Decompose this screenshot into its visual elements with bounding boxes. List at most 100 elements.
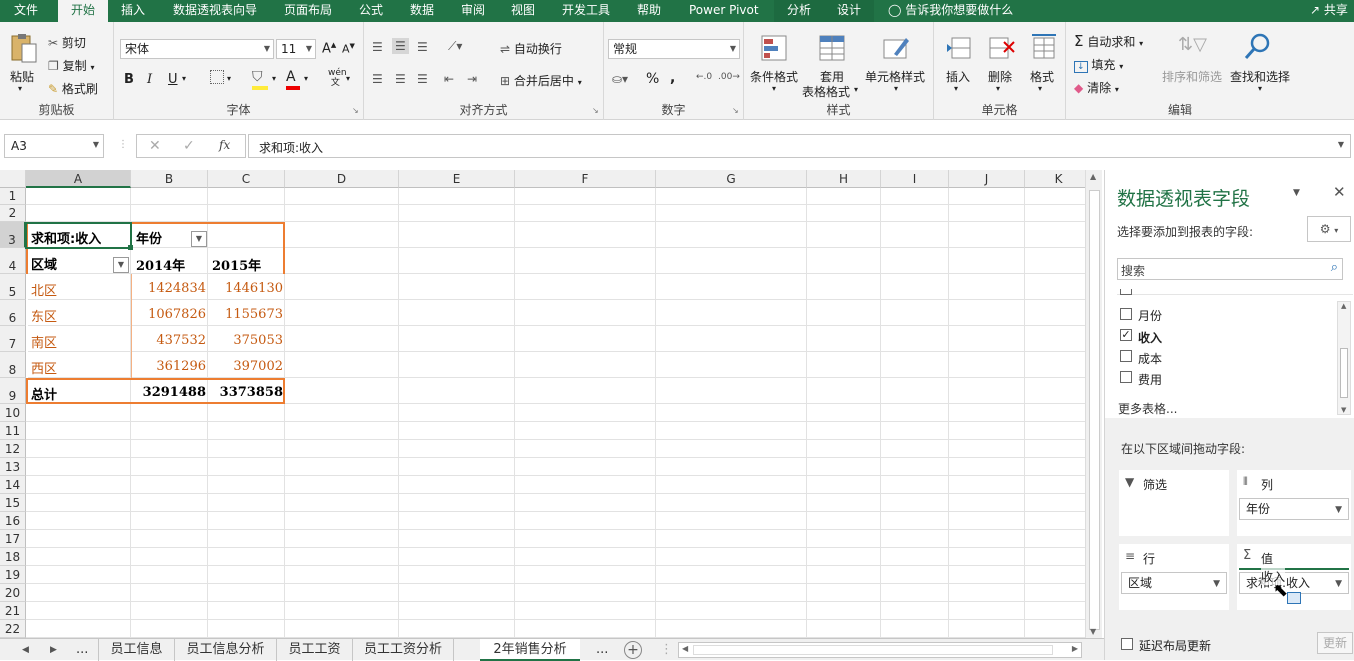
- column-header[interactable]: H: [807, 170, 881, 188]
- dialog-launcher-icon[interactable]: ↘: [352, 106, 359, 115]
- row-header[interactable]: 21: [0, 602, 26, 620]
- field-checkbox[interactable]: [1120, 371, 1132, 383]
- row-header[interactable]: 5: [0, 274, 26, 300]
- borders-icon[interactable]: [210, 70, 224, 84]
- rows-area[interactable]: ≡ 行 区域 ▼: [1119, 544, 1229, 610]
- tab-help[interactable]: 帮助: [637, 0, 661, 22]
- field-checkbox-checked[interactable]: ✓: [1120, 329, 1132, 341]
- column-header[interactable]: B: [131, 170, 208, 188]
- align-right-icon[interactable]: ☰: [417, 72, 428, 86]
- merge-center-button[interactable]: ⊞ 合并后居中 ▾: [500, 72, 582, 89]
- scroll-thumb[interactable]: [1089, 190, 1100, 630]
- filter-area[interactable]: ▼ 筛选: [1119, 470, 1229, 536]
- spreadsheet-grid[interactable]: ABCDEFGHIJK 1 2 3 4 5 6 7 8 9 10 11 12 13 14 15 16 17 18 1…: [0, 170, 1085, 638]
- row-header[interactable]: 16: [0, 512, 26, 530]
- tab-review[interactable]: 审阅: [461, 0, 485, 22]
- column-header[interactable]: I: [881, 170, 949, 188]
- field-name[interactable]: 月份: [1138, 307, 1162, 324]
- fill-handle[interactable]: [128, 245, 133, 250]
- col-filter-button[interactable]: ▼: [191, 231, 207, 247]
- row-header[interactable]: 22: [0, 620, 26, 638]
- cell-styles-button[interactable]: 单元格样式: [865, 68, 925, 85]
- align-left-icon[interactable]: ☰: [372, 72, 383, 86]
- increase-indent-icon[interactable]: ⇥: [467, 72, 477, 86]
- shrink-font-button[interactable]: A▼: [342, 42, 355, 56]
- clear-button[interactable]: ◆ 清除 ▾: [1074, 79, 1119, 96]
- rows-field-pill[interactable]: 区域 ▼: [1121, 572, 1227, 594]
- increase-decimal-icon[interactable]: ←.0: [696, 72, 712, 82]
- orientation-icon[interactable]: ⟋▾: [448, 39, 462, 54]
- sheet-overflow-left[interactable]: ...: [76, 639, 88, 661]
- scroll-thumb[interactable]: [1340, 348, 1348, 398]
- column-header[interactable]: A: [26, 170, 131, 188]
- find-select-button[interactable]: 查找和选择: [1230, 68, 1290, 85]
- copy-button[interactable]: ❐ 复制 ▾: [48, 57, 94, 74]
- dialog-launcher-icon[interactable]: ↘: [732, 106, 739, 115]
- update-button[interactable]: 更新: [1317, 632, 1353, 654]
- column-header[interactable]: F: [515, 170, 656, 188]
- comma-button[interactable]: ,: [670, 70, 675, 86]
- insert-function-icon[interactable]: fx: [219, 138, 230, 152]
- align-center-icon[interactable]: ☰: [395, 72, 406, 86]
- row-header[interactable]: 3: [0, 222, 26, 248]
- columns-field-pill[interactable]: 年份 ▼: [1239, 498, 1349, 520]
- column-header[interactable]: K: [1025, 170, 1085, 188]
- format-button[interactable]: 格式: [1030, 68, 1054, 85]
- column-header[interactable]: E: [399, 170, 515, 188]
- name-box[interactable]: A3 ▼: [4, 134, 104, 158]
- row-filter-button[interactable]: ▼: [113, 257, 129, 273]
- row-header[interactable]: 8: [0, 352, 26, 378]
- row-header[interactable]: 13: [0, 458, 26, 476]
- row-header[interactable]: 4: [0, 248, 26, 274]
- check-icon[interactable]: ✓: [183, 138, 195, 154]
- share-button[interactable]: ↗ 共享: [1310, 0, 1348, 22]
- sheet-tab[interactable]: 员工信息分析: [174, 639, 276, 661]
- columns-area[interactable]: ⦀ 列 年份 ▼: [1237, 470, 1351, 536]
- more-tables-link[interactable]: 更多表格...: [1118, 400, 1177, 417]
- scroll-right-icon[interactable]: ▶: [1072, 644, 1078, 653]
- decrease-indent-icon[interactable]: ⇤: [444, 72, 454, 86]
- row-header[interactable]: 6: [0, 300, 26, 326]
- conditional-format-button[interactable]: 条件格式: [750, 68, 798, 85]
- pane-options-dropdown-icon[interactable]: ▼: [1293, 188, 1300, 198]
- tab-file[interactable]: 文件: [14, 0, 38, 22]
- cancel-icon[interactable]: ✕: [149, 138, 161, 154]
- sheet-tab-active[interactable]: 2年销售分析: [480, 639, 580, 661]
- close-icon[interactable]: ✕: [1333, 183, 1346, 201]
- tab-splitter-icon[interactable]: ⋮: [660, 639, 673, 661]
- values-field-pill[interactable]: 求和项:收入▼: [1239, 572, 1349, 594]
- field-name[interactable]: 收入: [1138, 329, 1162, 346]
- tab-design[interactable]: 设计: [824, 0, 874, 22]
- format-table-button-line2[interactable]: 表格格式: [802, 83, 850, 100]
- row-header[interactable]: 2: [0, 205, 26, 222]
- fill-color-icon[interactable]: ⛉: [252, 69, 268, 90]
- field-name[interactable]: 成本: [1138, 350, 1162, 367]
- tab-formulas[interactable]: 公式: [359, 0, 383, 22]
- field-list-scrollbar[interactable]: ▲ ▼: [1337, 301, 1351, 415]
- column-header[interactable]: D: [285, 170, 399, 188]
- row-header[interactable]: 7: [0, 326, 26, 352]
- column-header[interactable]: G: [656, 170, 807, 188]
- dialog-launcher-icon[interactable]: ↘: [592, 106, 599, 115]
- align-top-icon[interactable]: ☰: [372, 40, 383, 54]
- row-header[interactable]: 9: [0, 378, 26, 404]
- tab-insert[interactable]: 插入: [121, 0, 145, 22]
- prev-sheet-icon[interactable]: ◀: [22, 639, 29, 661]
- tab-power-pivot[interactable]: Power Pivot: [689, 0, 759, 22]
- add-sheet-icon[interactable]: +: [624, 641, 642, 659]
- field-search-input[interactable]: 搜索 ⌕: [1117, 258, 1343, 280]
- underline-button[interactable]: U: [168, 72, 178, 87]
- tab-view[interactable]: 视图: [511, 0, 535, 22]
- scroll-up-icon[interactable]: ▲: [1341, 302, 1346, 310]
- tools-gear-button[interactable]: ⚙ ▾: [1307, 216, 1351, 242]
- row-header[interactable]: 12: [0, 440, 26, 458]
- tell-me-box[interactable]: ◯ 告诉我你想要做什么: [888, 0, 1013, 22]
- font-size-select[interactable]: 11 ▼: [276, 39, 316, 59]
- font-color-icon[interactable]: A: [286, 69, 300, 90]
- align-middle-icon[interactable]: ☰: [392, 38, 409, 54]
- scroll-down-icon[interactable]: ▼: [1090, 627, 1096, 636]
- row-header[interactable]: 17: [0, 530, 26, 548]
- wrap-text-button[interactable]: ⇌ 自动换行: [500, 40, 562, 57]
- tab-data[interactable]: 数据: [410, 0, 434, 22]
- sheet-tab[interactable]: 员工信息: [98, 639, 174, 661]
